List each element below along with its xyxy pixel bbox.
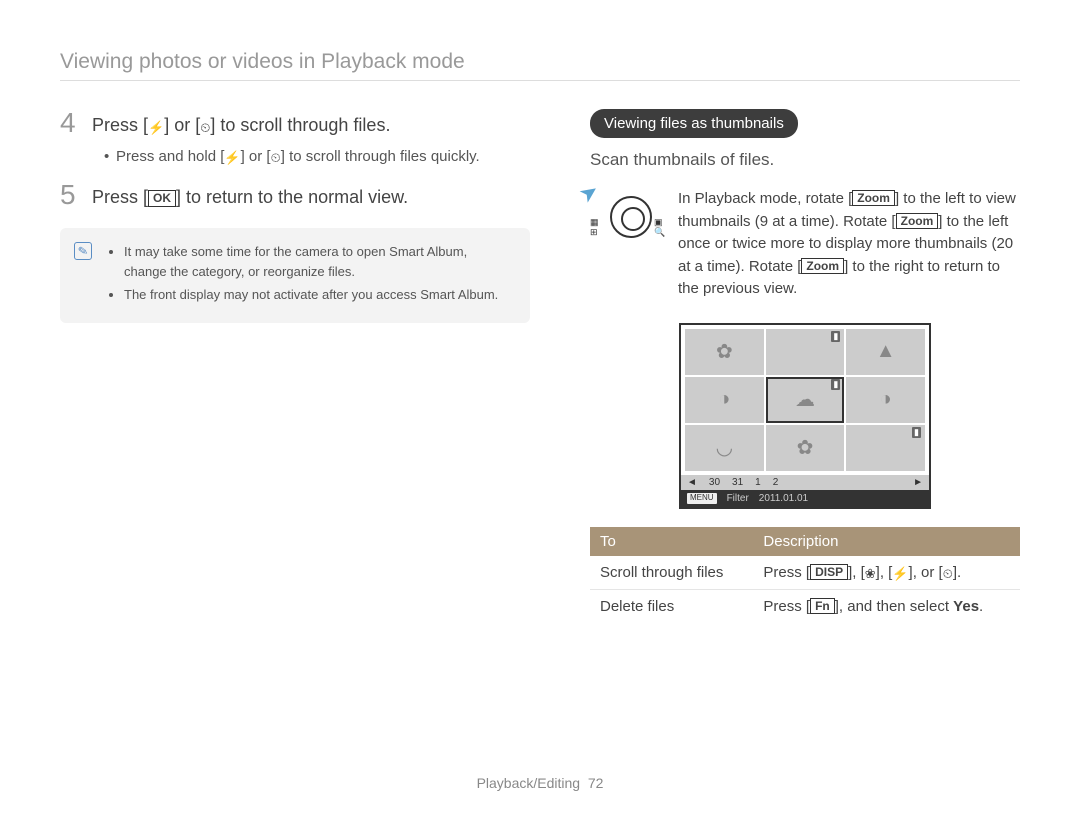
note-item: It may take some time for the camera to … bbox=[124, 242, 512, 281]
thumb-cell: ◑ bbox=[846, 377, 925, 423]
fn-button-label: Fn bbox=[810, 598, 835, 614]
timer-right-icon: ⏲ bbox=[271, 151, 281, 164]
thumb-cell: ✿ bbox=[685, 329, 764, 375]
thumbnail-screen-illustration: ✿ ▮ ▲ ◑ ▮☁ ◑ ◡ ✿ ▮ ◄ 30 31 1 2 ► MENU Fi… bbox=[679, 323, 931, 509]
zoom-instruction-row: ➤ ▦ ⊞ ▣ 🔍 In Playback mode, rotate [Zoom… bbox=[590, 188, 1020, 301]
text: ] to return to the normal view. bbox=[176, 187, 408, 207]
ok-button-label: OK bbox=[148, 190, 176, 206]
step-5: 5 Press [OK] to return to the normal vie… bbox=[60, 181, 530, 210]
zoom-knob bbox=[610, 196, 652, 238]
actions-table: To Description Scroll through files Pres… bbox=[590, 527, 1020, 623]
thumbnail-date-bar: ◄ 30 31 1 2 ► bbox=[681, 475, 929, 490]
action-description: Press [Fn], and then select Yes. bbox=[753, 589, 1020, 623]
zoom-knob-icon: ➤ ▦ ⊞ ▣ 🔍 bbox=[590, 188, 660, 263]
subsection-heading: Viewing files as thumbnails bbox=[590, 109, 798, 138]
thumb-cell: ▲ bbox=[846, 329, 925, 375]
page-footer: Playback/Editing 72 bbox=[0, 775, 1080, 791]
step-text: Press [⚡] or [⏲] to scroll through files… bbox=[92, 109, 390, 138]
step-number: 5 bbox=[60, 181, 82, 210]
flash-left-icon: ⚡ bbox=[892, 567, 908, 580]
step-4-substep: Press and hold [⚡] or [⏲] to scroll thro… bbox=[104, 148, 530, 165]
left-column: 4 Press [⚡] or [⏲] to scroll through fil… bbox=[60, 109, 530, 623]
text: Press [ bbox=[92, 115, 148, 135]
thumb-cell-selected: ▮☁ bbox=[766, 377, 845, 423]
page-section-title: Viewing photos or videos in Playback mod… bbox=[60, 50, 1020, 81]
text: In Playback mode, rotate [ bbox=[678, 190, 852, 207]
macro-icon: ❀ bbox=[865, 567, 876, 580]
text: Press [ bbox=[763, 598, 810, 615]
thumbnail-menu-bar: MENU Filter 2011.01.01 bbox=[681, 490, 929, 507]
flash-left-icon: ⚡ bbox=[148, 121, 164, 134]
yes-label: Yes bbox=[953, 598, 979, 615]
footer-page-number: 72 bbox=[588, 775, 604, 791]
text: ] or [ bbox=[164, 115, 200, 135]
table-row: Scroll through files Press [DISP], [❀], … bbox=[590, 556, 1020, 590]
menu-button-label: MENU bbox=[687, 493, 717, 504]
flash-left-icon: ⚡ bbox=[224, 151, 240, 164]
timer-right-icon: ⏲ bbox=[943, 567, 953, 580]
step-text: Press [OK] to return to the normal view. bbox=[92, 181, 408, 210]
action-name: Delete files bbox=[590, 589, 753, 623]
text: Press and hold [ bbox=[116, 148, 224, 165]
zoom-label: Zoom bbox=[852, 190, 895, 206]
text: ], or [ bbox=[909, 564, 943, 581]
text: ] to scroll through files quickly. bbox=[281, 148, 480, 165]
day-number: 2 bbox=[773, 477, 779, 488]
text: ] to scroll through files. bbox=[210, 115, 390, 135]
subsection-subtitle: Scan thumbnails of files. bbox=[590, 150, 1020, 170]
magnifier-icon: 🔍 bbox=[654, 228, 665, 238]
action-name: Scroll through files bbox=[590, 556, 753, 590]
thumb-cell: ✿ bbox=[766, 425, 845, 471]
day-number: 30 bbox=[709, 477, 720, 488]
filter-label: Filter bbox=[727, 493, 749, 504]
text: ], and then select bbox=[835, 598, 953, 615]
action-description: Press [DISP], [❀], [⚡], or [⏲]. bbox=[753, 556, 1020, 590]
thumb-cell: ▮ bbox=[766, 329, 845, 375]
column-header-to: To bbox=[590, 527, 753, 556]
right-column: Viewing files as thumbnails Scan thumbna… bbox=[590, 109, 1020, 623]
zoom-label: Zoom bbox=[801, 258, 844, 274]
day-number: 1 bbox=[755, 477, 761, 488]
arrow-right-icon: ► bbox=[913, 477, 923, 488]
zoom-description: In Playback mode, rotate [Zoom] to the l… bbox=[678, 188, 1020, 301]
text: . bbox=[979, 598, 983, 615]
footer-section: Playback/Editing bbox=[477, 775, 581, 791]
text: ], [ bbox=[876, 564, 893, 581]
zoom-label: Zoom bbox=[896, 213, 939, 229]
step-number: 4 bbox=[60, 109, 82, 138]
disp-button-label: DISP bbox=[810, 564, 848, 580]
note-item: The front display may not activate after… bbox=[124, 285, 512, 305]
date-label: 2011.01.01 bbox=[759, 493, 808, 504]
column-header-description: Description bbox=[753, 527, 1020, 556]
text: ]. bbox=[953, 564, 961, 581]
arrow-left-icon: ◄ bbox=[687, 477, 697, 488]
rotate-arrow-icon: ➤ bbox=[574, 177, 604, 209]
text: Press [ bbox=[763, 564, 810, 581]
note-box: ✎ It may take some time for the camera t… bbox=[60, 228, 530, 323]
thumb-cell: ▮ bbox=[846, 425, 925, 471]
knob-left-glyphs: ▦ ⊞ bbox=[590, 218, 599, 238]
table-row: Delete files Press [Fn], and then select… bbox=[590, 589, 1020, 623]
note-icon: ✎ bbox=[74, 242, 92, 260]
step-4: 4 Press [⚡] or [⏲] to scroll through fil… bbox=[60, 109, 530, 138]
thumbnail-grid-icon: ⊞ bbox=[590, 228, 599, 238]
day-number: 31 bbox=[732, 477, 743, 488]
thumb-cell: ◡ bbox=[685, 425, 764, 471]
text: ], [ bbox=[848, 564, 865, 581]
text: ] or [ bbox=[241, 148, 271, 165]
timer-right-icon: ⏲ bbox=[200, 121, 210, 134]
text: Press [ bbox=[92, 187, 148, 207]
knob-right-glyphs: ▣ 🔍 bbox=[654, 218, 665, 238]
thumb-cell: ◑ bbox=[685, 377, 764, 423]
